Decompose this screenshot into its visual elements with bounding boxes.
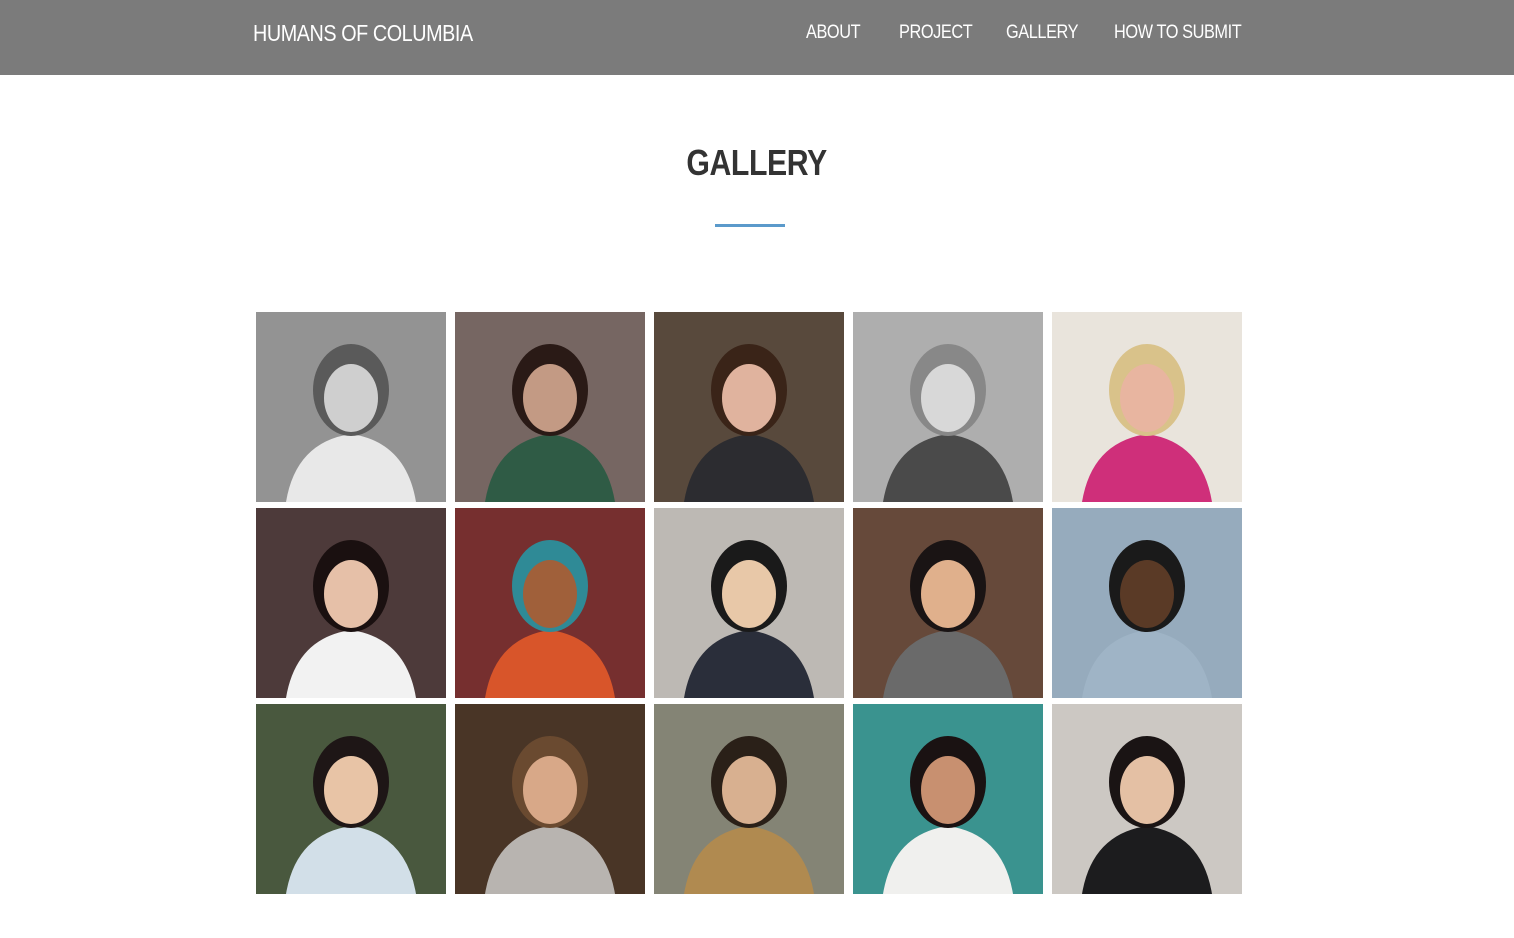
photo-image [455,312,645,502]
title-underline-divider [715,224,785,227]
gallery-photo-group-jumping-street[interactable] [654,704,844,894]
nav-gallery-link[interactable]: GALLERY [1006,22,1079,44]
nav-about-link[interactable]: ABOUT [806,22,861,44]
photo-image [853,704,1043,894]
gallery-photo-woman-folder-campus[interactable] [256,704,446,894]
gallery-photo-man-dark-portrait[interactable] [455,704,645,894]
photo-image [654,704,844,894]
gallery-photo-man-black-coat[interactable] [1052,704,1242,894]
gallery-photo-dancer-turban[interactable] [455,508,645,698]
person-face [1120,364,1174,432]
nav-how-to-submit-link[interactable]: HOW TO SUBMIT [1114,22,1242,44]
person-face [1120,560,1174,628]
person-face [1120,756,1174,824]
photo-image [654,508,844,698]
photo-image [1052,508,1242,698]
person-face [324,560,378,628]
person-face [523,756,577,824]
person-face [722,364,776,432]
person-face [722,560,776,628]
gallery-photo-man-yoga-rooftop[interactable] [1052,508,1242,698]
person-face [921,560,975,628]
person-face [324,364,378,432]
gallery-photo-woman-smiling-sweater[interactable] [853,508,1043,698]
page-title: GALLERY [0,142,1514,184]
photo-image [1052,312,1242,502]
gallery-photo-woman-pink-jacket[interactable] [1052,312,1242,502]
gallery-photo-woman-reading-book[interactable] [455,312,645,502]
nav-project-link[interactable]: PROJECT [899,22,973,44]
person-face [921,364,975,432]
photo-image [256,704,446,894]
photo-image [455,704,645,894]
person-face [722,756,776,824]
photo-image [654,312,844,502]
photo-image [1052,704,1242,894]
page-title-text: GALLERY [686,142,828,183]
gallery-photo-dancer-street-bw[interactable] [853,312,1043,502]
photo-image [256,508,446,698]
photo-image [853,508,1043,698]
person-face [523,560,577,628]
person-face [523,364,577,432]
gallery-photo-woman-library-shelves[interactable] [256,508,446,698]
person-face [921,756,975,824]
person-face [324,756,378,824]
photo-gallery-grid [256,312,1242,894]
photo-image [256,312,446,502]
top-navbar: HUMANS OF COLUMBIA ABOUT PROJECT GALLERY… [0,0,1514,75]
gallery-photo-woman-stairs-bw[interactable] [256,312,446,502]
brand-logo-link[interactable]: HUMANS OF COLUMBIA [253,20,473,47]
photo-image [455,508,645,698]
photo-image [853,312,1043,502]
gallery-photo-man-coffee-suit[interactable] [654,508,844,698]
gallery-photo-woman-in-grass[interactable] [654,312,844,502]
gallery-photo-woman-white-blouse[interactable] [853,704,1043,894]
